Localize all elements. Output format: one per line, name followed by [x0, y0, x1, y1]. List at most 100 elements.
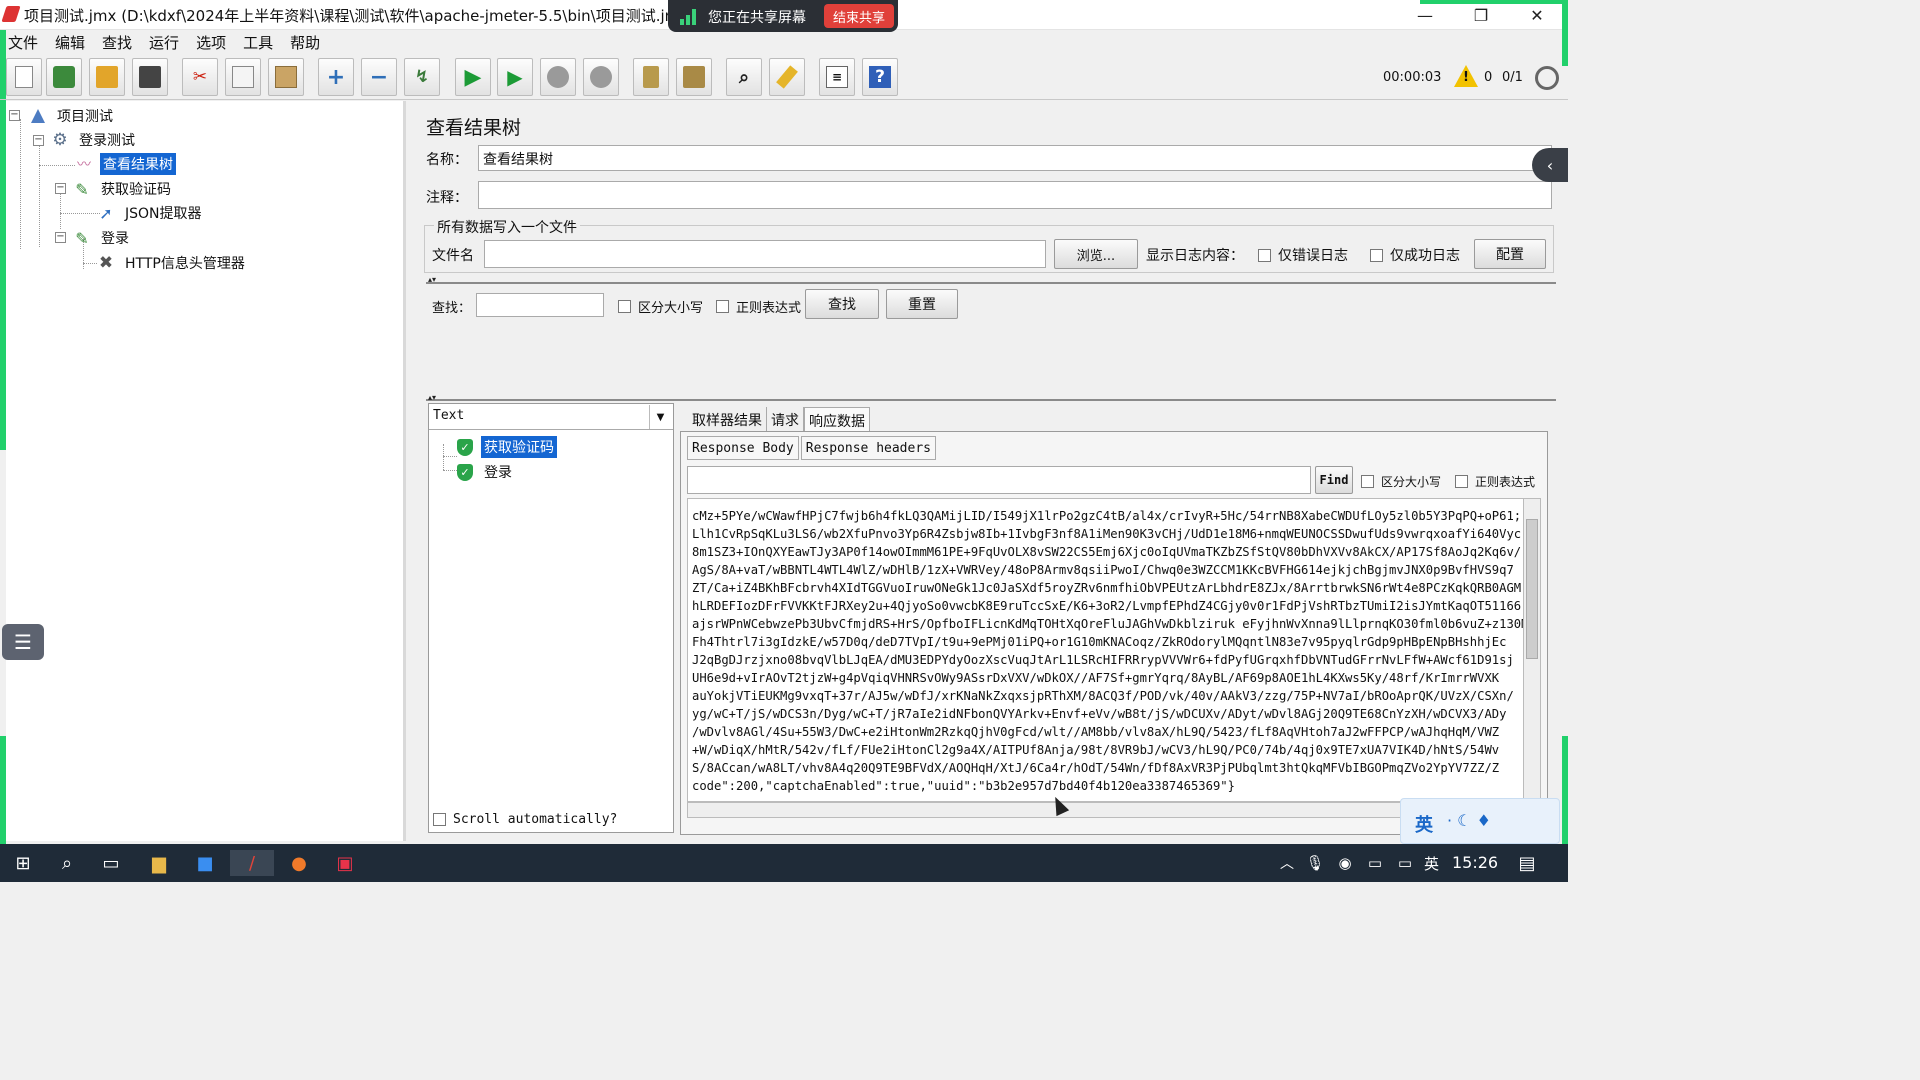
name-field[interactable]: 查看结果树 — [478, 145, 1552, 171]
clear-button[interactable] — [633, 58, 669, 96]
tab-sampler-result[interactable]: 取样器结果 — [688, 407, 767, 433]
menu-tools[interactable]: 工具 — [243, 32, 273, 53]
sample-item-login[interactable]: ✓ 登录 — [457, 461, 515, 483]
ide-icon[interactable]: ▣ — [330, 850, 360, 876]
case-sensitive-checkbox[interactable]: 区分大小写 — [618, 297, 703, 316]
minimize-button[interactable]: — — [1402, 2, 1448, 28]
reset-search-button[interactable] — [769, 58, 805, 96]
clear-all-button[interactable] — [676, 58, 712, 96]
reset-button[interactable]: 重置 — [886, 289, 958, 319]
find-button[interactable]: Find — [1315, 466, 1353, 494]
errors-only-checkbox[interactable]: 仅错误日志 — [1258, 245, 1348, 265]
collapse-toggle[interactable]: − — [55, 183, 66, 194]
vertical-scrollbar[interactable] — [1523, 498, 1541, 802]
tree-item-json-extractor[interactable]: ➚ JSON提取器 — [96, 202, 205, 224]
ime-language-label[interactable]: 英 — [1415, 811, 1433, 837]
save-button[interactable] — [132, 58, 168, 96]
copy-button[interactable] — [225, 58, 261, 96]
stop-button[interactable] — [540, 58, 576, 96]
splitter-bottom[interactable] — [426, 399, 1556, 401]
app-icon[interactable]: ■ — [190, 850, 220, 876]
comment-field[interactable] — [478, 181, 1552, 209]
collapse-toggle[interactable]: − — [9, 110, 20, 121]
menu-file[interactable]: 文件 — [8, 32, 38, 53]
tab-request[interactable]: 请求 — [767, 407, 804, 433]
ime-tools-icon[interactable]: · ☾ ♦ — [1447, 811, 1491, 830]
code-line: ZT/Ca+iZ4BKhBFcbrvh4XIdTGGVuoIruwONeGk1J… — [692, 581, 1522, 595]
qq-icon[interactable]: ◉ — [1330, 850, 1360, 876]
tree-item-test-plan[interactable]: 项目测试 — [28, 105, 116, 127]
search-input[interactable] — [476, 293, 604, 317]
tree-item-thread-group[interactable]: ⚙ 登录测试 — [50, 129, 138, 151]
task-view-icon[interactable]: ▭ — [96, 850, 126, 876]
tree-item-label: 登录 — [101, 231, 129, 247]
menu-run[interactable]: 运行 — [149, 32, 179, 53]
notification-icon[interactable]: ▤ — [1512, 850, 1542, 876]
start-no-pause-button[interactable]: ▶ — [497, 58, 533, 96]
menu-options[interactable]: 选项 — [196, 32, 226, 53]
end-share-button[interactable]: 结束共享 — [824, 4, 894, 28]
tree-item-view-results-tree[interactable]: 〰 查看结果树 — [74, 153, 176, 175]
success-only-checkbox[interactable]: 仅成功日志 — [1370, 245, 1460, 265]
search-icon[interactable]: ⌕ — [52, 850, 82, 876]
find-input[interactable] — [687, 466, 1311, 494]
shutdown-button[interactable] — [583, 58, 619, 96]
filename-field[interactable] — [484, 240, 1046, 268]
jmeter-taskbar-icon[interactable]: / — [230, 850, 274, 876]
cut-button[interactable]: ✂ — [182, 58, 218, 96]
collapse-toggle[interactable]: − — [55, 232, 66, 243]
tab-response-headers[interactable]: Response headers — [800, 436, 936, 460]
chevron-left-icon[interactable]: ‹ — [1532, 148, 1568, 182]
scrollbar-thumb[interactable] — [1526, 519, 1538, 659]
tab-response-data[interactable]: 响应数据 — [804, 407, 870, 433]
collapse-all-button[interactable]: − — [361, 58, 397, 96]
open-button[interactable] — [89, 58, 125, 96]
tray-language[interactable]: 英 — [1424, 853, 1439, 874]
splitter-top[interactable] — [426, 282, 1556, 284]
chevron-up-icon[interactable]: ︿ — [1272, 850, 1302, 876]
new-button[interactable] — [6, 58, 42, 96]
menu-search[interactable]: 查找 — [102, 32, 132, 53]
regex-checkbox[interactable]: 正则表达式 — [1455, 473, 1535, 490]
start-button[interactable]: ▶ — [455, 58, 491, 96]
floating-list-icon[interactable]: ☰ — [2, 624, 44, 660]
microphone-icon[interactable]: 🎙 — [1300, 850, 1330, 876]
tree-item-http-header-manager[interactable]: ✖ HTTP信息头管理器 — [96, 252, 248, 274]
splitter-arrows-icon[interactable]: ▴▾ — [428, 394, 436, 402]
browse-button[interactable]: 浏览... — [1054, 239, 1138, 269]
paste-button[interactable] — [268, 58, 304, 96]
renderer-select[interactable]: Text — [429, 404, 673, 430]
start-no-pause-icon: ▶ — [507, 65, 523, 89]
case-sensitive-checkbox[interactable]: 区分大小写 — [1361, 473, 1441, 490]
configure-button[interactable]: 配置 — [1474, 239, 1546, 269]
chevron-down-icon[interactable]: ▼ — [649, 405, 671, 429]
scroll-automatically-checkbox[interactable]: Scroll automatically? — [433, 812, 617, 827]
maximize-button[interactable]: ❐ — [1458, 2, 1504, 28]
function-helper-button[interactable]: ≡ — [819, 58, 855, 96]
search-button[interactable]: ⌕ — [726, 58, 762, 96]
clock[interactable]: 15:26 — [1452, 853, 1498, 872]
collapse-toggle[interactable]: − — [33, 135, 44, 146]
file-explorer-icon[interactable]: ▆ — [144, 850, 174, 876]
toggle-button[interactable]: ↯ — [404, 58, 440, 96]
network-icon[interactable]: ▭ — [1390, 850, 1420, 876]
menu-edit[interactable]: 编辑 — [55, 32, 85, 53]
search-button[interactable]: 查找 — [805, 289, 879, 319]
response-body-text[interactable]: cMz+5PYe/wCWawfHPjC7fwjb6h4fkLQ3QAMijLID… — [687, 498, 1525, 802]
tree-item-get-captcha[interactable]: ✎ 获取验证码 — [72, 178, 174, 200]
sample-item-get-captcha[interactable]: ✓ 获取验证码 — [457, 436, 557, 458]
help-button[interactable]: ? — [862, 58, 898, 96]
tab-response-body[interactable]: Response Body — [687, 436, 799, 460]
regex-checkbox[interactable]: 正则表达式 — [716, 297, 801, 316]
expand-all-button[interactable]: + — [318, 58, 354, 96]
tree-item-label: JSON提取器 — [125, 206, 202, 222]
templates-button[interactable] — [46, 58, 82, 96]
splitter-arrows-icon[interactable]: ▴▾ — [428, 276, 436, 284]
window-title: 项目测试.jmx (D:\kdxf\2024年上半年资料\课程\测试\软件\ap… — [24, 7, 694, 25]
tree-item-login[interactable]: ✎ 登录 — [72, 227, 132, 249]
windows-start-icon[interactable]: ⊞ — [8, 850, 38, 876]
battery-icon[interactable]: ▭ — [1360, 850, 1390, 876]
firefox-icon[interactable]: ● — [284, 850, 314, 876]
menu-help[interactable]: 帮助 — [290, 32, 320, 53]
close-button[interactable]: ✕ — [1514, 2, 1560, 28]
